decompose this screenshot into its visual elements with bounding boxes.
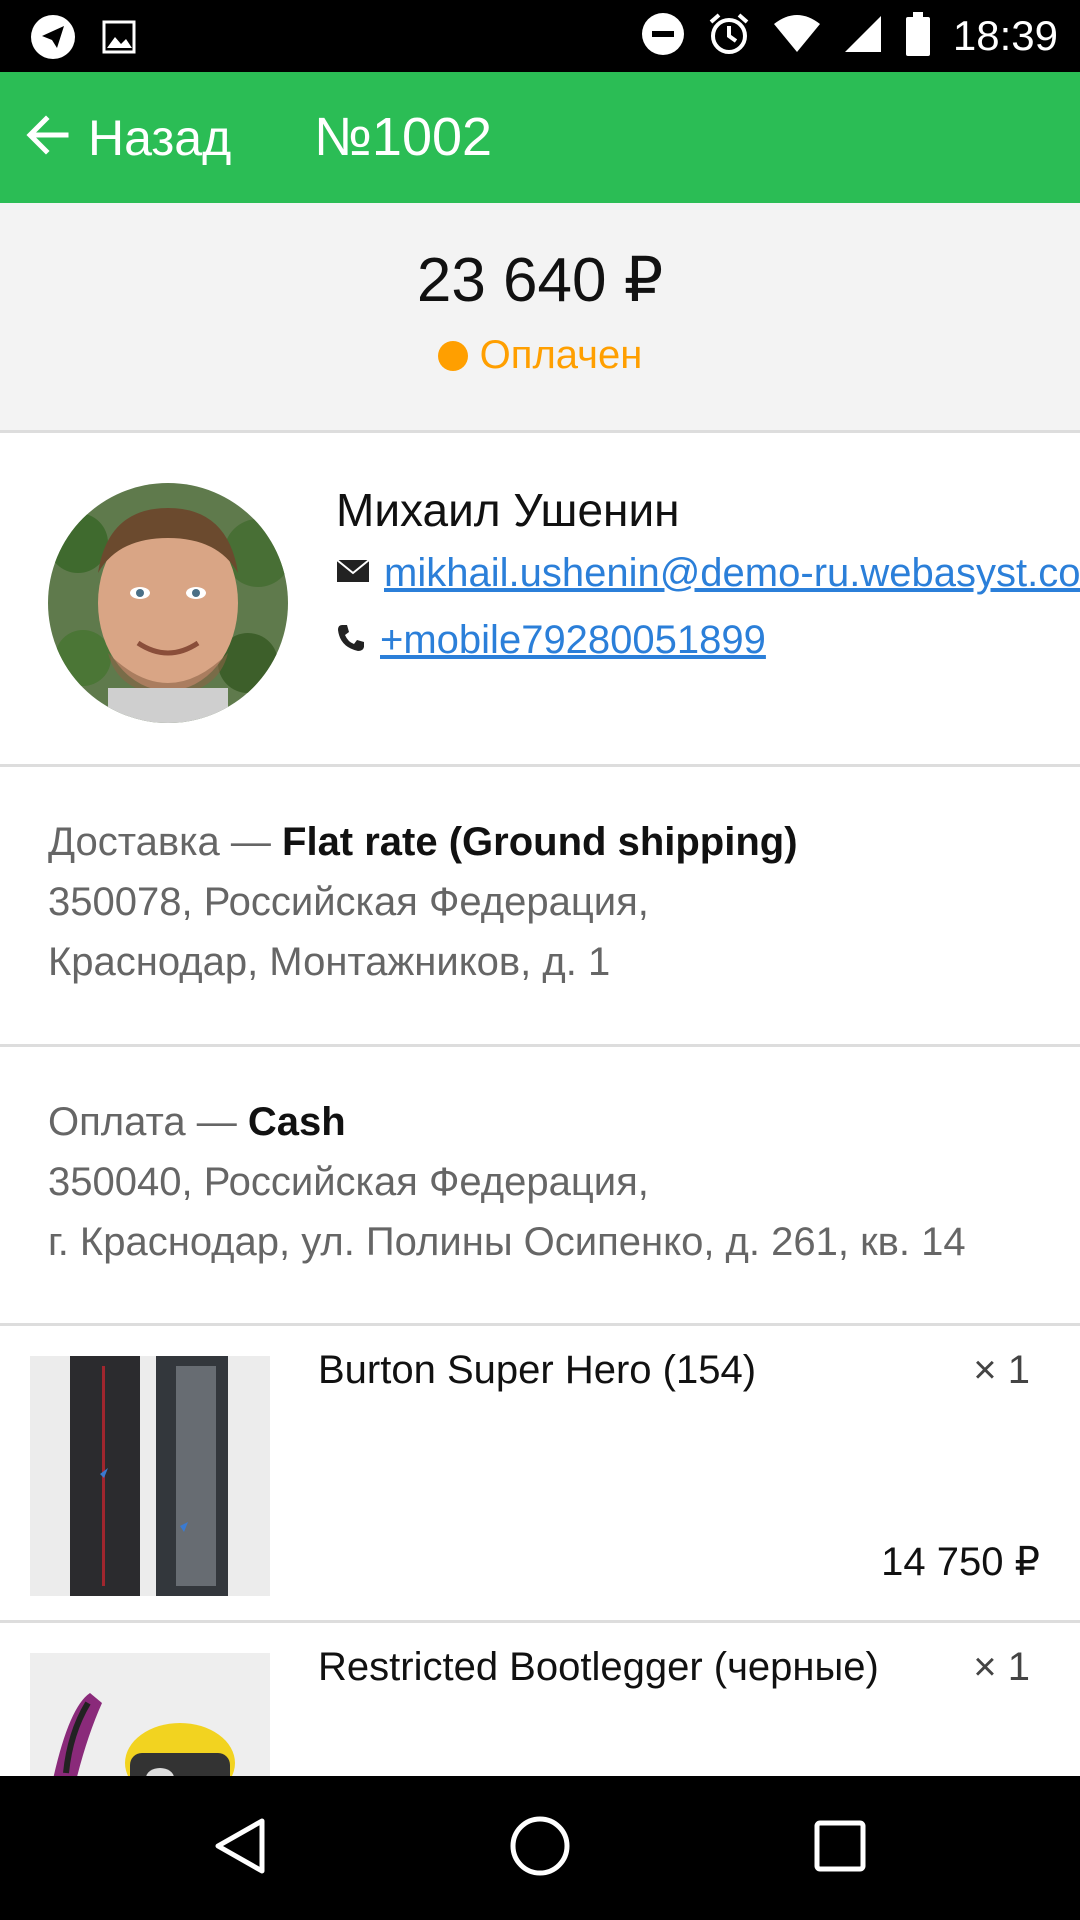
order-summary: 23 640 ₽ Оплачен: [0, 203, 1080, 433]
order-total: 23 640 ₽: [416, 246, 664, 315]
payment-address-line1: 350040, Российская Федерация,: [48, 1160, 649, 1204]
shipping-method: Flat rate (Ground shipping): [282, 820, 798, 864]
circle-home-icon: [509, 1815, 571, 1882]
payment-title: Оплата — Cash: [48, 1100, 346, 1145]
triangle-back-icon: [212, 1816, 268, 1881]
shipping-section: Доставка — Flat rate (Ground shipping) 3…: [0, 767, 1080, 1047]
status-bar: 18:39: [0, 0, 1080, 72]
navigation-bar: [0, 1776, 1080, 1920]
payment-address-line2: г. Краснодар, ул. Полины Осипенко, д. 26…: [48, 1220, 966, 1264]
alarm-icon: [707, 12, 751, 61]
back-button[interactable]: Назад: [22, 72, 231, 203]
avatar: [48, 483, 288, 723]
email-row: mikhail.ushenin@demo-ru.webasyst.com: [336, 551, 1080, 596]
nav-home-button[interactable]: [460, 1776, 620, 1920]
order-status: Оплачен: [0, 333, 1080, 378]
customer-email-link[interactable]: mikhail.ushenin@demo-ru.webasyst.com: [384, 551, 1080, 596]
phone-row: +mobile79280051899: [336, 618, 766, 663]
envelope-icon: [336, 559, 370, 588]
customer-card: Михаил Ушенин mikhail.ushenin@demo-ru.we…: [0, 433, 1080, 767]
item-price: 14 750 ₽: [881, 1540, 1040, 1584]
status-label: Оплачен: [479, 333, 643, 377]
shipping-title: Доставка — Flat rate (Ground shipping): [48, 820, 798, 865]
do-not-disturb-icon: [641, 12, 685, 61]
item-quantity: × 1: [973, 1645, 1030, 1689]
nav-recents-button[interactable]: [760, 1776, 920, 1920]
image-icon: [102, 20, 136, 59]
status-dot-icon: [437, 340, 468, 371]
order-item[interactable]: Restricted Bootlegger (черные) × 1: [0, 1623, 1080, 1776]
payment-method: Cash: [247, 1100, 346, 1144]
shipping-label: Доставка —: [48, 820, 283, 864]
status-time: 18:39: [952, 12, 1058, 59]
order-number-title: №1002: [314, 107, 493, 167]
battery-icon: [905, 11, 931, 61]
item-name: Burton Super Hero (154): [318, 1348, 757, 1392]
product-image: [30, 1653, 270, 1776]
item-quantity: × 1: [973, 1348, 1030, 1392]
shipping-address-line2: Краснодар, Монтажников, д. 1: [48, 940, 611, 984]
customer-phone-link[interactable]: +mobile79280051899: [380, 618, 766, 663]
signal-icon: [843, 14, 883, 59]
arrow-left-icon: [22, 109, 74, 166]
payment-label: Оплата —: [48, 1100, 248, 1144]
phone-icon: [336, 623, 366, 658]
payment-section: Оплата — Cash 350040, Российская Федерац…: [0, 1047, 1080, 1326]
order-item[interactable]: Burton Super Hero (154) × 1 14 750 ₽: [0, 1326, 1080, 1623]
customer-name: Михаил Ушенин: [336, 484, 680, 536]
wifi-icon: [773, 14, 821, 59]
square-recents-icon: [813, 1819, 867, 1878]
item-name: Restricted Bootlegger (черные): [318, 1645, 879, 1689]
app-bar: Назад №1002: [0, 72, 1080, 203]
shipping-address-line1: 350078, Российская Федерация,: [48, 880, 649, 924]
telegram-icon: [30, 14, 76, 65]
product-image: [30, 1356, 270, 1596]
nav-back-button[interactable]: [160, 1776, 320, 1920]
back-label: Назад: [88, 109, 232, 166]
